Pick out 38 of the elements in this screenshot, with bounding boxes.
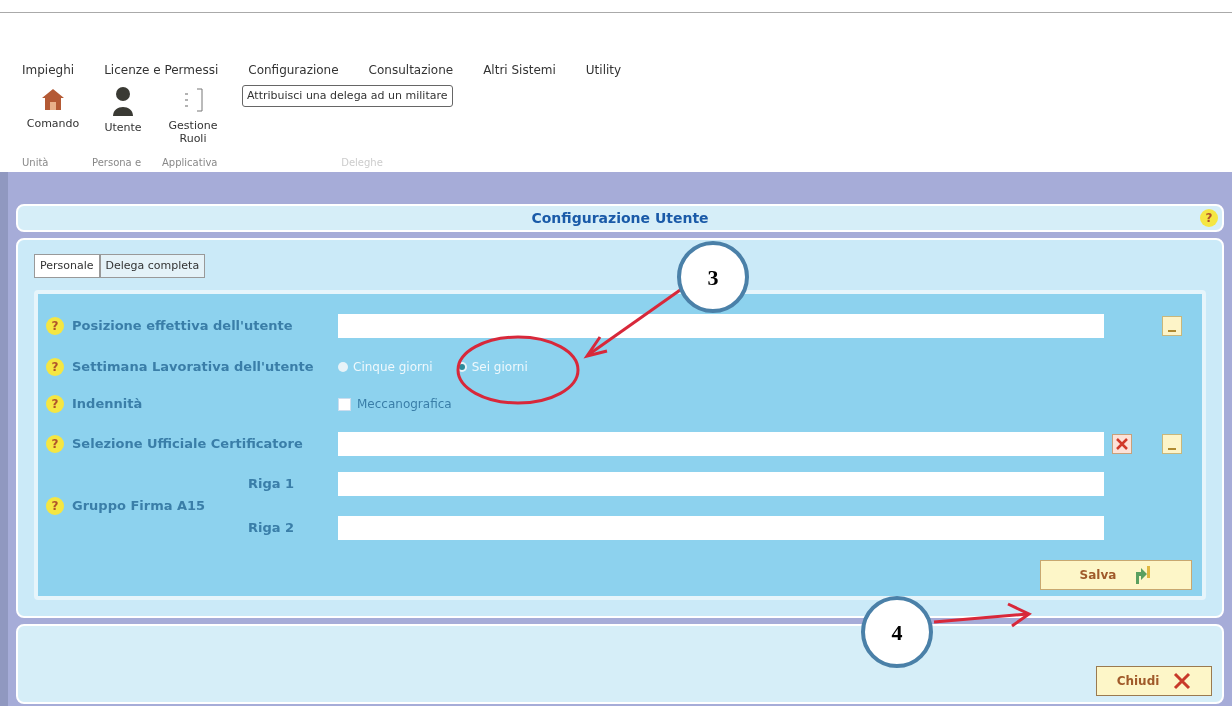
menu-item[interactable]: Consultazione	[368, 61, 454, 79]
field-label: Posizione effettiva dell'utente	[72, 317, 293, 336]
menu-item[interactable]: Impieghi	[22, 61, 75, 79]
group-label: Unità	[22, 156, 50, 170]
text-field[interactable]	[338, 432, 1104, 456]
browse-button[interactable]	[1162, 434, 1182, 454]
ribbon-item[interactable]: Gestione Ruoli	[162, 85, 224, 155]
field-label: Indennità	[72, 395, 143, 414]
help-icon[interactable]: ?	[1200, 209, 1218, 227]
menu-item[interactable]: Configurazione	[248, 61, 339, 79]
tab[interactable]: Delega completa	[99, 254, 206, 278]
help-icon[interactable]: ?	[46, 317, 64, 335]
field-label: Gruppo Firma A15	[72, 497, 206, 516]
text-field[interactable]	[338, 516, 1104, 540]
menu-item[interactable]: Licenze e Permessi	[104, 61, 219, 79]
browse-button[interactable]	[1162, 316, 1182, 336]
group-label: Applicativa	[162, 156, 219, 170]
ribbon-button[interactable]: Attribuisci una delega ad un militare	[242, 85, 453, 107]
help-icon[interactable]: ?	[46, 497, 64, 515]
help-icon[interactable]: ?	[46, 435, 64, 453]
form-title: Configurazione Utente	[531, 208, 709, 228]
field-label: Selezione Ufficiale Certificatore	[72, 435, 303, 454]
field-label: Settimana Lavorativa dell'utente	[72, 358, 314, 377]
menu-item[interactable]: Utility	[585, 61, 622, 79]
text-field[interactable]	[338, 314, 1104, 338]
close-button[interactable]: Chiudi	[1096, 666, 1212, 696]
help-icon[interactable]: ?	[46, 395, 64, 413]
line-label: Riga 1	[248, 475, 296, 494]
group-label: Persona e	[92, 156, 143, 170]
ribbon-item[interactable]: Utente	[92, 85, 154, 155]
line-label: Riga 2	[248, 519, 296, 538]
save-button[interactable]: Salva	[1040, 560, 1192, 590]
clear-button[interactable]	[1112, 434, 1132, 454]
close-icon	[1173, 672, 1192, 690]
tab[interactable]: Personale	[34, 254, 100, 278]
menu-item[interactable]: Altri Sistemi	[483, 61, 556, 79]
ribbon-item[interactable]: Comando	[22, 85, 84, 155]
text-field[interactable]	[338, 472, 1104, 496]
